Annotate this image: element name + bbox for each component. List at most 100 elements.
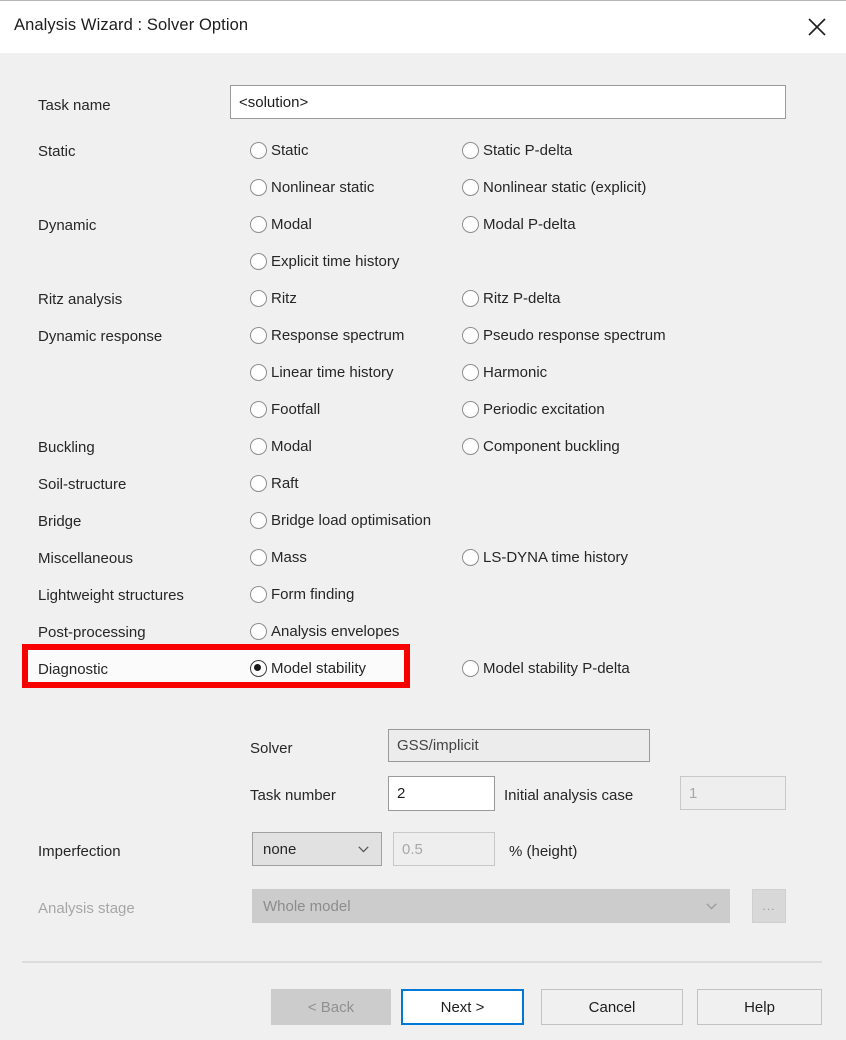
radio-dot bbox=[250, 549, 267, 566]
radio-dot bbox=[462, 142, 479, 159]
group-label-buckling: Buckling bbox=[38, 439, 95, 456]
dialog-title: Analysis Wizard : Solver Option bbox=[14, 16, 249, 34]
radio-periodic-excitation[interactable]: Periodic excitation bbox=[462, 401, 605, 418]
next-button[interactable]: Next > bbox=[401, 989, 524, 1025]
cancel-button[interactable]: Cancel bbox=[541, 989, 683, 1025]
task-number-input[interactable]: 2 bbox=[388, 776, 495, 811]
chevron-down-icon bbox=[358, 846, 369, 853]
group-label-dynamic-response: Dynamic response bbox=[38, 328, 163, 345]
radio-linear-time-history[interactable]: Linear time history bbox=[250, 364, 394, 381]
radio-label: Ritz P-delta bbox=[483, 290, 561, 307]
radio-label: Bridge load optimisation bbox=[271, 512, 432, 529]
radio-dot bbox=[250, 327, 267, 344]
radio-label: Modal bbox=[271, 438, 312, 455]
initial-analysis-case-input: 1 bbox=[680, 776, 786, 810]
radio-harmonic[interactable]: Harmonic bbox=[462, 364, 547, 381]
radio-label: Periodic excitation bbox=[483, 401, 605, 418]
group-label-dynamic: Dynamic bbox=[38, 217, 97, 234]
group-label-diagnostic: Diagnostic bbox=[38, 661, 109, 678]
task-name-input[interactable]: <solution> bbox=[230, 85, 786, 119]
radio-dot bbox=[462, 401, 479, 418]
radio-label: Static bbox=[271, 142, 309, 159]
radio-ritz-p-delta[interactable]: Ritz P-delta bbox=[462, 290, 561, 307]
radio-modal-dynamic[interactable]: Modal bbox=[250, 216, 312, 233]
radio-dot bbox=[250, 364, 267, 381]
radio-dot bbox=[250, 623, 267, 640]
radio-label: Form finding bbox=[271, 586, 355, 603]
radio-dot-selected bbox=[250, 660, 267, 677]
footer-separator bbox=[22, 961, 822, 963]
radio-modal-p-delta[interactable]: Modal P-delta bbox=[462, 216, 576, 233]
radio-modal-buckling[interactable]: Modal bbox=[250, 438, 312, 455]
radio-label: Component buckling bbox=[483, 438, 620, 455]
group-label-soil-structure: Soil-structure bbox=[38, 476, 127, 493]
help-button[interactable]: Help bbox=[697, 989, 822, 1025]
radio-dot bbox=[250, 512, 267, 529]
radio-dot bbox=[462, 660, 479, 677]
radio-dot bbox=[250, 179, 267, 196]
radio-form-finding[interactable]: Form finding bbox=[250, 586, 354, 603]
radio-static-p-delta[interactable]: Static P-delta bbox=[462, 142, 572, 159]
task-number-label: Task number bbox=[250, 787, 336, 804]
radio-dot bbox=[462, 364, 479, 381]
group-label-post-processing: Post-processing bbox=[38, 624, 146, 641]
radio-model-stability[interactable]: Model stability bbox=[250, 660, 366, 677]
group-label-ritz-analysis: Ritz analysis bbox=[38, 291, 123, 308]
radio-label: Explicit time history bbox=[271, 253, 400, 270]
radio-dot bbox=[250, 142, 267, 159]
radio-label: Mass bbox=[271, 549, 307, 566]
radio-pseudo-response-spectrum[interactable]: Pseudo response spectrum bbox=[462, 327, 666, 344]
radio-ls-dyna-time-history[interactable]: LS-DYNA time history bbox=[462, 549, 628, 566]
radio-dot bbox=[250, 253, 267, 270]
task-name-label: Task name bbox=[38, 97, 111, 114]
analysis-stage-label: Analysis stage bbox=[38, 900, 135, 917]
solver-input[interactable]: GSS/implicit bbox=[388, 729, 650, 762]
radio-mass[interactable]: Mass bbox=[250, 549, 307, 566]
radio-dot bbox=[462, 327, 479, 344]
radio-label: Nonlinear static (explicit) bbox=[483, 179, 647, 196]
radio-static[interactable]: Static bbox=[250, 142, 309, 159]
radio-ritz[interactable]: Ritz bbox=[250, 290, 297, 307]
radio-label: Ritz bbox=[271, 290, 297, 307]
radio-nonlinear-static[interactable]: Nonlinear static bbox=[250, 179, 374, 196]
radio-explicit-time-history[interactable]: Explicit time history bbox=[250, 253, 399, 270]
imperfection-units-label: % (height) bbox=[509, 843, 578, 860]
radio-label: Response spectrum bbox=[271, 327, 405, 344]
radio-dot bbox=[250, 475, 267, 492]
imperfection-selected-value: none bbox=[263, 840, 297, 858]
radio-bridge-load-optimisation[interactable]: Bridge load optimisation bbox=[250, 512, 431, 529]
radio-model-stability-p-delta[interactable]: Model stability P-delta bbox=[462, 660, 630, 677]
analysis-stage-select: Whole model bbox=[252, 889, 730, 923]
group-label-lightweight-structures: Lightweight structures bbox=[38, 587, 184, 604]
radio-dot bbox=[462, 438, 479, 455]
group-label-static: Static bbox=[38, 143, 76, 160]
imperfection-select[interactable]: none bbox=[252, 832, 382, 866]
radio-label: Nonlinear static bbox=[271, 179, 375, 196]
group-label-miscellaneous: Miscellaneous bbox=[38, 550, 134, 567]
imperfection-label: Imperfection bbox=[38, 843, 121, 860]
radio-footfall[interactable]: Footfall bbox=[250, 401, 320, 418]
radio-label: Analysis envelopes bbox=[271, 623, 400, 640]
radio-analysis-envelopes[interactable]: Analysis envelopes bbox=[250, 623, 399, 640]
solver-label: Solver bbox=[250, 740, 293, 757]
radio-dot bbox=[250, 216, 267, 233]
radio-component-buckling[interactable]: Component buckling bbox=[462, 438, 620, 455]
radio-nonlinear-static-explicit[interactable]: Nonlinear static (explicit) bbox=[462, 179, 646, 196]
solver-option-dialog: Analysis Wizard : Solver Option Task nam… bbox=[0, 0, 846, 1040]
radio-label: Model stability bbox=[271, 660, 367, 677]
radio-dot bbox=[462, 290, 479, 307]
radio-raft[interactable]: Raft bbox=[250, 475, 299, 492]
initial-analysis-case-label: Initial analysis case bbox=[504, 787, 634, 804]
radio-label: Static P-delta bbox=[483, 142, 573, 159]
close-icon[interactable] bbox=[788, 1, 846, 53]
radio-label: Modal bbox=[271, 216, 312, 233]
radio-label: Raft bbox=[271, 475, 299, 492]
radio-dot bbox=[250, 586, 267, 603]
radio-label: Linear time history bbox=[271, 364, 394, 381]
radio-dot bbox=[250, 438, 267, 455]
imperfection-amount-input: 0.5 bbox=[393, 832, 495, 866]
radio-label: Modal P-delta bbox=[483, 216, 576, 233]
radio-dot bbox=[250, 401, 267, 418]
radio-response-spectrum[interactable]: Response spectrum bbox=[250, 327, 404, 344]
chevron-down-icon bbox=[706, 903, 717, 910]
